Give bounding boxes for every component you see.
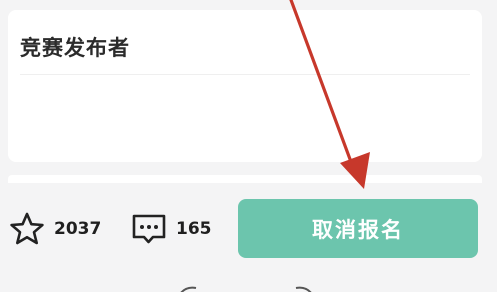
comment-count: 165 [176,219,212,239]
comment-button[interactable]: 165 [130,209,212,249]
content-strip [8,175,482,183]
star-outline-icon [8,210,46,248]
app-screen: 竞赛发布者 2037 165 取消报名 [0,0,497,292]
cancel-registration-button[interactable]: 取消报名 [238,199,478,258]
publisher-card: 竞赛发布者 [8,10,482,162]
favorite-count: 2037 [54,219,102,239]
card-divider [20,74,470,75]
publisher-section-title: 竞赛发布者 [20,36,130,60]
comment-bubble-icon [130,210,168,248]
favorite-button[interactable]: 2037 [8,209,101,249]
bottom-partial-element [180,286,312,292]
